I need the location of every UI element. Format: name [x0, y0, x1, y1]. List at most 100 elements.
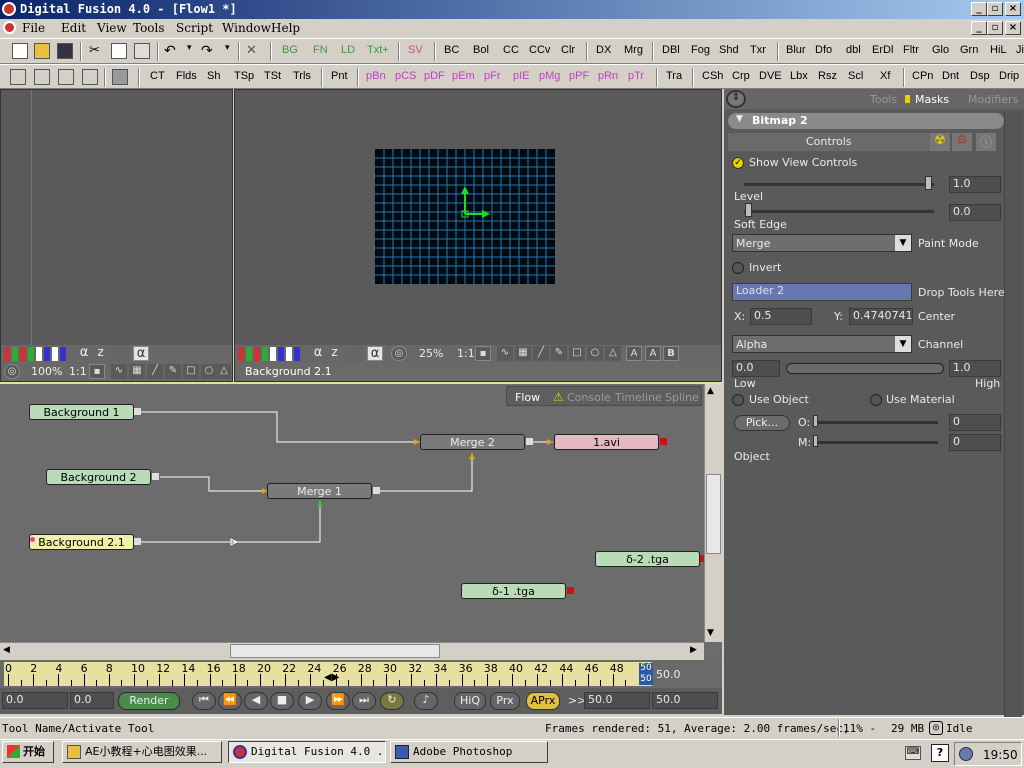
rewind-icon[interactable]: ⏪: [218, 692, 242, 710]
prx-button[interactable]: Prx: [490, 692, 520, 710]
tool-ccv[interactable]: CCv: [529, 44, 550, 56]
child-restore-button[interactable]: ▫: [987, 21, 1003, 35]
brush-tool-icon[interactable]: ✎: [165, 364, 181, 379]
green-channel-icon[interactable]: [12, 347, 18, 361]
drop-tools-field[interactable]: Loader 2: [732, 283, 912, 301]
tool-tsp[interactable]: TSp: [234, 70, 254, 82]
soft-edge-handle[interactable]: [745, 203, 752, 217]
o-field[interactable]: 0: [949, 414, 1001, 431]
mono-icon-right[interactable]: [345, 346, 363, 361]
tool-pem[interactable]: pEm: [452, 70, 475, 82]
tool-crp[interactable]: Crp: [732, 70, 750, 82]
close-button[interactable]: ×: [1005, 2, 1021, 16]
fast-forward-icon[interactable]: ⏩: [326, 692, 350, 710]
tool-dnt[interactable]: Dnt: [942, 70, 959, 82]
range-slider[interactable]: [786, 363, 944, 374]
rect-tool-icon-right[interactable]: □: [569, 346, 585, 361]
tool-bol[interactable]: Bol: [473, 44, 489, 56]
layout-3-icon[interactable]: [58, 69, 74, 85]
chevron-down-icon[interactable]: ▼: [895, 235, 911, 251]
tool-trls[interactable]: Trls: [293, 70, 311, 82]
tool-drip[interactable]: Drip: [999, 70, 1019, 82]
tool-fn[interactable]: FN: [313, 44, 328, 56]
tool-grn[interactable]: Grn: [960, 44, 978, 56]
checker-icon-right[interactable]: ▪: [475, 346, 491, 361]
tool-dbl[interactable]: DBl: [662, 44, 680, 56]
brush-tool-icon-right[interactable]: ✎: [551, 346, 567, 361]
z-channel-button[interactable]: z: [93, 346, 108, 361]
level-slider[interactable]: [744, 183, 934, 186]
tool-rsz[interactable]: Rsz: [818, 70, 837, 82]
mono-icon[interactable]: [111, 346, 129, 361]
use-object-checkbox[interactable]: [732, 394, 744, 406]
tool-fog[interactable]: Fog: [691, 44, 710, 56]
flow-icon[interactable]: [3, 21, 16, 34]
layout-1-icon[interactable]: [10, 69, 26, 85]
checker-icon[interactable]: ▪: [89, 364, 105, 379]
tool-dfo[interactable]: Dfo: [815, 44, 832, 56]
z-channel-button-right[interactable]: z: [327, 346, 342, 361]
redo-icon[interactable]: ↷: [201, 43, 217, 59]
flow-vertical-scrollbar[interactable]: ▲ ▼: [704, 384, 722, 642]
task-ae-tutorial[interactable]: AE小教程+心电图效果...: [62, 741, 222, 763]
new-file-icon[interactable]: [12, 43, 28, 59]
tool-glo[interactable]: Glo: [932, 44, 949, 56]
hiq-button[interactable]: HiQ: [454, 692, 486, 710]
timeline-ruler[interactable]: 0 2 4 6 8 10 12 14 16 18 20 22 24 26 28 30 32 34 36 38 40 42 4…: [0, 660, 722, 688]
tool-prn[interactable]: pRn: [598, 70, 618, 82]
show-view-controls-checkbox[interactable]: ✓: [732, 157, 744, 169]
tab-masks[interactable]: Masks: [915, 93, 949, 106]
task-photoshop[interactable]: Adobe Photoshop: [390, 741, 548, 763]
y-field[interactable]: 0.4740741: [849, 308, 913, 325]
viewer-right-ratio[interactable]: 1:1: [457, 347, 475, 360]
info-icon[interactable]: ⓘ: [976, 133, 996, 151]
menu-window[interactable]: Window: [222, 19, 271, 38]
tool-pie[interactable]: pIE: [513, 70, 530, 82]
goto-end-icon[interactable]: ⏭: [352, 692, 376, 710]
layout-4-icon[interactable]: [82, 69, 98, 85]
invert-checkbox[interactable]: [732, 262, 744, 274]
viewer-left-ratio[interactable]: 1:1: [69, 365, 87, 378]
bold-text-icon[interactable]: B: [663, 346, 679, 361]
layout-5-icon[interactable]: [112, 69, 128, 85]
node-tga-1[interactable]: δ-1 .tga: [461, 583, 566, 599]
line-tool-icon[interactable]: ╱: [147, 364, 163, 379]
tool-hil[interactable]: HiL: [990, 44, 1007, 56]
tool-pbn[interactable]: pBn: [366, 70, 386, 82]
panel-menu-icon[interactable]: ⇕: [726, 90, 746, 108]
paste-icon[interactable]: [134, 43, 150, 59]
tool-ct[interactable]: CT: [150, 70, 165, 82]
maximize-button[interactable]: ▫: [987, 2, 1003, 16]
line-tool-icon-right[interactable]: ╱: [533, 346, 549, 361]
tool-cc[interactable]: CC: [503, 44, 519, 56]
start-button[interactable]: 开始: [2, 741, 54, 763]
delete-icon[interactable]: ✕: [246, 43, 262, 59]
grid-icon-right[interactable]: ▦: [515, 346, 531, 361]
paint-mode-select[interactable]: Merge ▼: [732, 234, 912, 252]
tool-pdf[interactable]: pDF: [424, 70, 445, 82]
tool-dve[interactable]: DVE: [759, 70, 782, 82]
menu-file[interactable]: File: [22, 19, 45, 38]
tool-csh[interactable]: CSh: [702, 70, 723, 82]
tool-pnt[interactable]: Pnt: [331, 70, 348, 82]
hscroll-thumb[interactable]: [230, 644, 440, 658]
blue-channel-icon[interactable]: [44, 347, 50, 361]
aprx-button[interactable]: APrx: [526, 692, 560, 710]
o-slider[interactable]: [814, 421, 938, 424]
scroll-down-icon[interactable]: ▼: [707, 628, 714, 638]
render-button[interactable]: Render: [118, 692, 180, 710]
m-slider-handle[interactable]: [813, 435, 818, 447]
text-tool-icon[interactable]: A: [626, 346, 642, 361]
cut-icon[interactable]: ✂: [89, 43, 105, 59]
tool-xf[interactable]: Xf: [880, 70, 890, 82]
tool-sh[interactable]: Sh: [207, 70, 220, 82]
tool-bg[interactable]: BG: [282, 44, 298, 56]
tool-tra[interactable]: Tra: [666, 70, 682, 82]
channel-select[interactable]: Alpha ▼: [732, 335, 912, 353]
tool-dsp[interactable]: Dsp: [970, 70, 990, 82]
help-icon[interactable]: ?: [931, 744, 949, 762]
tool-flds[interactable]: Flds: [176, 70, 197, 82]
use-material-checkbox[interactable]: [870, 394, 882, 406]
current-time-field[interactable]: 0.0: [2, 692, 68, 709]
o-slider-handle[interactable]: [813, 415, 818, 427]
